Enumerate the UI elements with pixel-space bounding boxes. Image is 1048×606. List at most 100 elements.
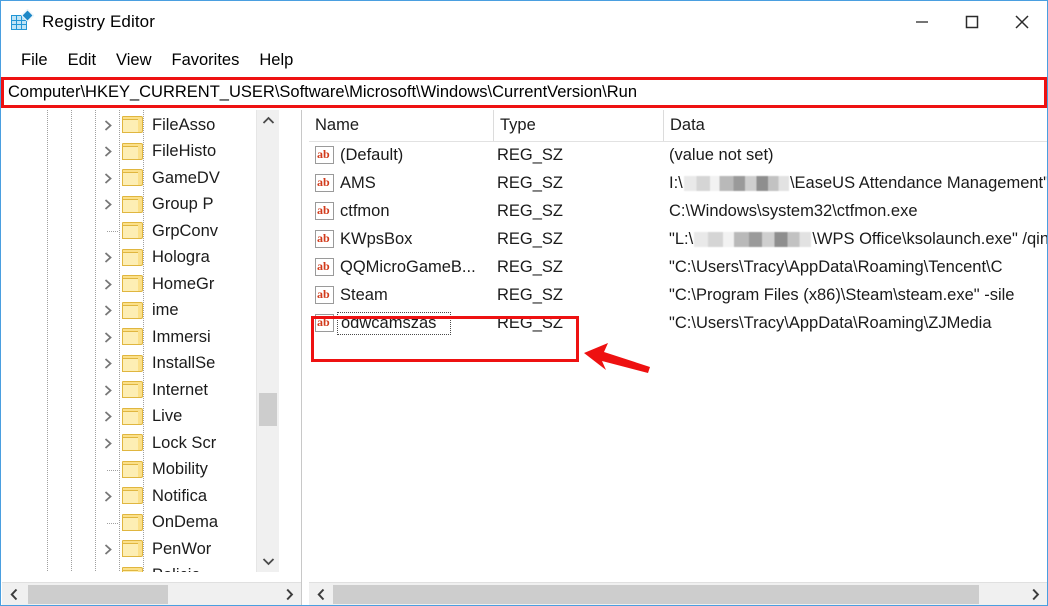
- value-name-cell[interactable]: (Default): [315, 141, 495, 169]
- menu-item-view[interactable]: View: [106, 49, 161, 72]
- tree-item-ondema[interactable]: OnDema: [2, 510, 279, 537]
- tree-item-fileasso[interactable]: FileAsso: [2, 112, 279, 139]
- tree-item-mobility[interactable]: Mobility: [2, 457, 279, 484]
- chevron-right-icon: [1031, 588, 1040, 601]
- tree-item-filehisto[interactable]: FileHisto: [2, 139, 279, 166]
- value-name-label: ctfmon: [340, 202, 390, 221]
- tree-hscroll-right-button[interactable]: [277, 583, 301, 606]
- tree-hscroll-left-button[interactable]: [2, 583, 26, 606]
- value-name-label: AMS: [340, 174, 376, 193]
- maximize-button[interactable]: [947, 1, 997, 43]
- expand-chevron-icon[interactable]: [98, 351, 118, 378]
- tree-item-homegr[interactable]: HomeGr: [2, 271, 279, 298]
- value-name-cell[interactable]: Steam: [315, 281, 495, 309]
- tree-item-ime[interactable]: ime: [2, 298, 279, 325]
- chevron-right-icon: [285, 588, 294, 601]
- expand-chevron-icon[interactable]: [98, 271, 118, 298]
- value-type-cell: REG_SZ: [497, 253, 617, 281]
- chevron-right-icon: [103, 198, 114, 211]
- value-data-text: (value not set): [669, 146, 774, 165]
- minimize-button[interactable]: [897, 1, 947, 43]
- tree-item-penwor[interactable]: PenWor: [2, 536, 279, 563]
- tree-item-lock-scr[interactable]: Lock Scr: [2, 430, 279, 457]
- menu-item-file[interactable]: File: [11, 49, 58, 72]
- maximize-icon: [961, 11, 983, 33]
- table-row[interactable]: SteamREG_SZ"C:\Program Files (x86)\Steam…: [309, 281, 1047, 309]
- expand-chevron-icon[interactable]: [98, 536, 118, 563]
- address-bar-highlight: Computer\HKEY_CURRENT_USER\Software\Micr…: [1, 77, 1047, 108]
- tree-item-notifica[interactable]: Notifica: [2, 483, 279, 510]
- value-data-text: I:\: [669, 174, 683, 193]
- title-bar: Registry Editor: [1, 1, 1047, 43]
- folder-icon: [122, 143, 144, 161]
- tree-scroll-area: FileAssoFileHisto GameDV Group PGrpConv Hol…: [2, 110, 279, 572]
- tree-item-internet[interactable]: Internet: [2, 377, 279, 404]
- table-row[interactable]: (Default)REG_SZ(value not set): [309, 141, 1047, 169]
- chevron-right-icon: [103, 437, 114, 450]
- tree-item-immersi[interactable]: Immersi: [2, 324, 279, 351]
- folder-icon: [122, 275, 144, 293]
- expand-chevron-icon[interactable]: [98, 165, 118, 192]
- expand-chevron-icon[interactable]: [98, 139, 118, 166]
- expand-chevron-icon[interactable]: [98, 430, 118, 457]
- menu-item-edit[interactable]: Edit: [58, 49, 106, 72]
- table-row[interactable]: odwcamszasREG_SZ"C:\Users\Tracy\AppData\…: [309, 309, 1047, 337]
- list-horizontal-scrollbar[interactable]: [309, 582, 1047, 606]
- tree-item-grpconv[interactable]: GrpConv: [2, 218, 279, 245]
- value-name-cell[interactable]: AMS: [315, 169, 495, 197]
- value-name-cell[interactable]: KWpsBox: [315, 225, 495, 253]
- table-row[interactable]: KWpsBoxREG_SZ"L:\\WPS Office\ksolaunch.e…: [309, 225, 1047, 253]
- string-value-icon: [315, 230, 334, 248]
- close-button[interactable]: [997, 1, 1047, 43]
- column-header-data[interactable]: Data: [664, 110, 1047, 141]
- window-controls: [897, 1, 1047, 43]
- tree-item-label: Internet: [152, 381, 208, 400]
- expand-chevron-icon[interactable]: [98, 324, 118, 351]
- tree-item-label: Notifica: [152, 487, 207, 506]
- expand-chevron-icon[interactable]: [98, 483, 118, 510]
- tree-item-live[interactable]: Live: [2, 404, 279, 431]
- table-row[interactable]: AMSREG_SZI:\\EaseUS Attendance Managemen…: [309, 169, 1047, 197]
- tree-item-label: HomeGr: [152, 275, 214, 294]
- folder-icon: [122, 222, 144, 240]
- tree-item-policie[interactable]: Policie: [2, 563, 279, 573]
- expand-chevron-icon[interactable]: [98, 298, 118, 325]
- string-value-icon: [315, 258, 334, 276]
- table-row[interactable]: ctfmonREG_SZC:\Windows\system32\ctfmon.e…: [309, 197, 1047, 225]
- list-hscroll-thumb[interactable]: [333, 585, 979, 604]
- tree-connector-line: [98, 218, 118, 245]
- tree-item-group-p[interactable]: Group P: [2, 192, 279, 219]
- column-header-type[interactable]: Type: [494, 110, 664, 141]
- menu-item-help[interactable]: Help: [249, 49, 303, 72]
- tree-item-installse[interactable]: InstallSe: [2, 351, 279, 378]
- value-name-cell[interactable]: odwcamszas: [315, 309, 495, 337]
- chevron-right-icon: [103, 357, 114, 370]
- expand-chevron-icon[interactable]: [98, 404, 118, 431]
- tree-item-hologra[interactable]: Hologra: [2, 245, 279, 272]
- expand-chevron-icon[interactable]: [98, 112, 118, 139]
- expand-chevron-icon[interactable]: [98, 245, 118, 272]
- expand-chevron-icon[interactable]: [98, 192, 118, 219]
- registry-value-rows: (Default)REG_SZ(value not set)AMSREG_SZI…: [309, 141, 1047, 581]
- tree-item-label: Hologra: [152, 248, 210, 267]
- tree-scroll-up-button[interactable]: [257, 110, 279, 131]
- tree-item-gamedv[interactable]: GameDV: [2, 165, 279, 192]
- tree-scroll-down-button[interactable]: [257, 551, 279, 572]
- list-hscroll-left-button[interactable]: [309, 583, 333, 606]
- chevron-left-icon: [317, 588, 326, 601]
- list-hscroll-right-button[interactable]: [1023, 583, 1047, 606]
- tree-hscroll-thumb[interactable]: [28, 585, 168, 604]
- value-name-cell[interactable]: ctfmon: [315, 197, 495, 225]
- tree-vertical-scrollbar[interactable]: [256, 110, 279, 572]
- chevron-right-icon: [103, 304, 114, 317]
- value-data-cell: (value not set): [669, 141, 1047, 169]
- value-name-cell[interactable]: QQMicroGameB...: [315, 253, 495, 281]
- expand-chevron-icon[interactable]: [98, 377, 118, 404]
- address-bar[interactable]: Computer\HKEY_CURRENT_USER\Software\Micr…: [4, 80, 1044, 105]
- menu-item-favorites[interactable]: Favorites: [162, 49, 250, 72]
- tree-scroll-thumb[interactable]: [259, 393, 277, 426]
- column-header-name[interactable]: Name: [309, 110, 494, 141]
- table-row[interactable]: QQMicroGameB...REG_SZ"C:\Users\Tracy\App…: [309, 253, 1047, 281]
- tree-horizontal-scrollbar[interactable]: [2, 582, 301, 606]
- tree-item-label: GameDV: [152, 169, 220, 188]
